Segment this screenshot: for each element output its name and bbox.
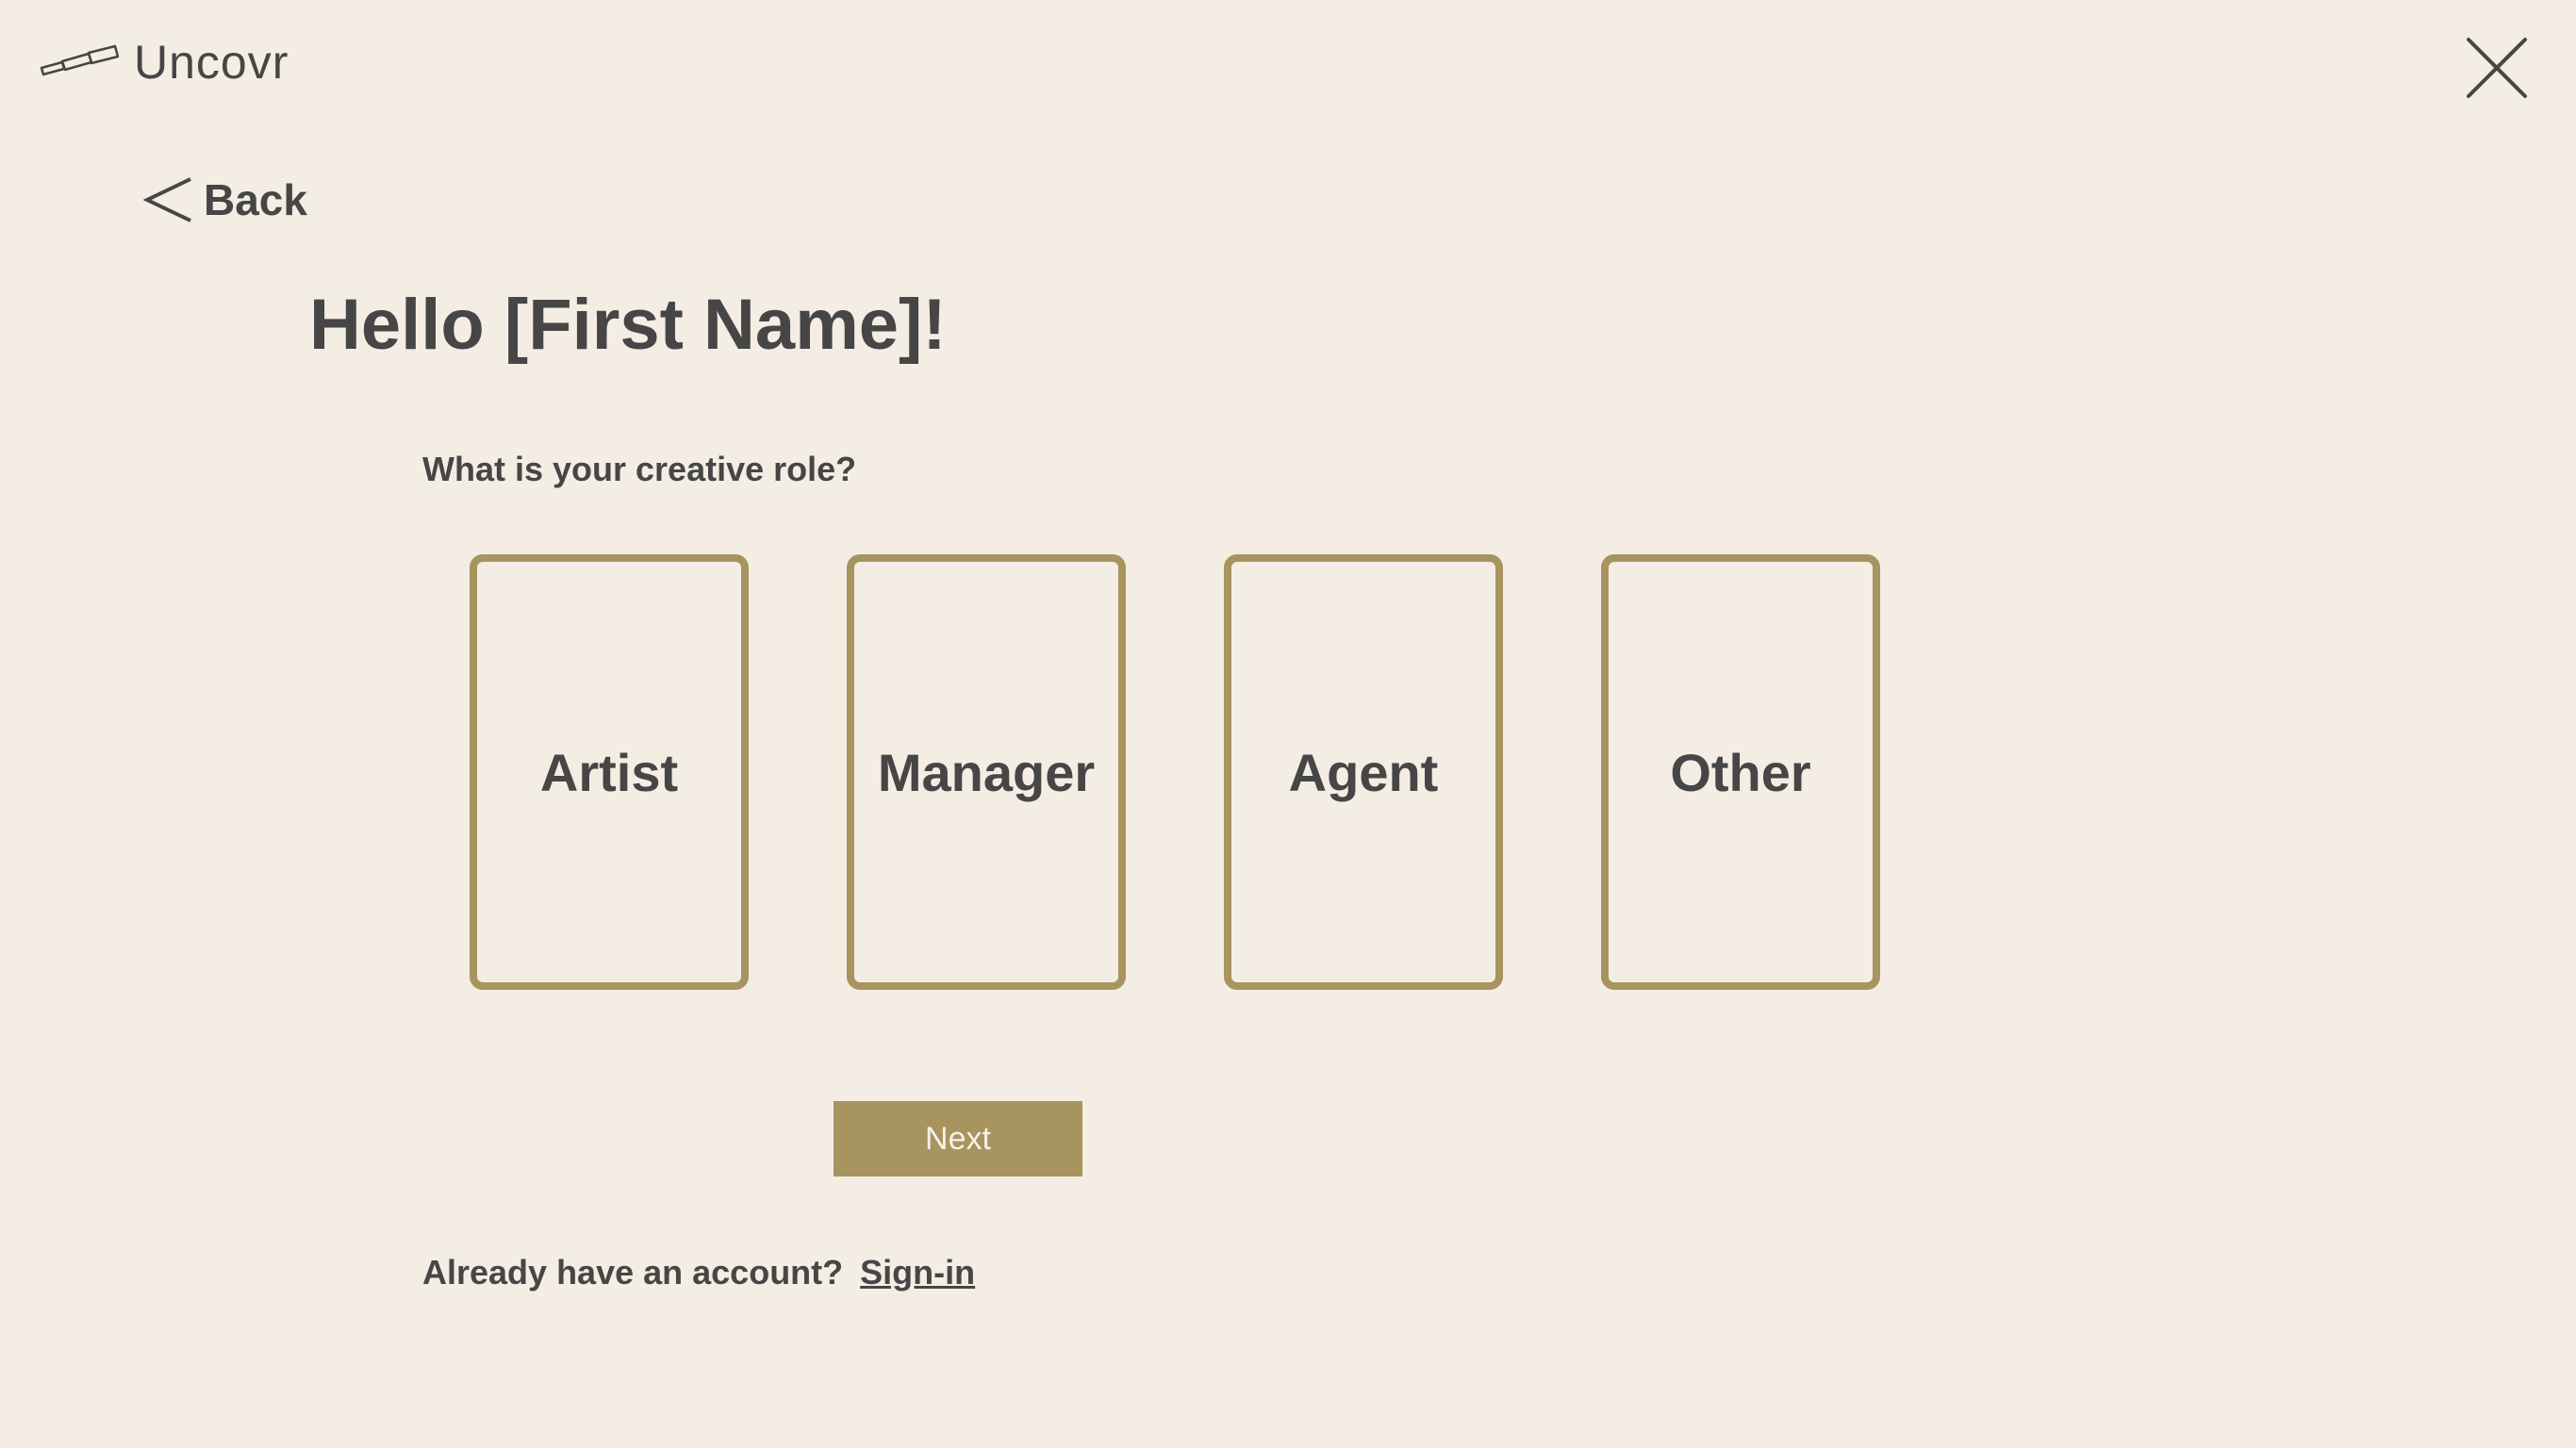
telescope-icon: [40, 44, 119, 76]
signin-prompt: Already have an account? Sign-in: [422, 1250, 975, 1295]
role-card-label: Other: [1670, 742, 1811, 802]
close-button[interactable]: [2463, 34, 2531, 102]
app-logo: Uncovr: [40, 32, 289, 92]
close-icon: [2467, 38, 2527, 98]
next-button[interactable]: Next: [834, 1101, 1082, 1176]
chevron-left-icon: [143, 177, 191, 222]
role-question: What is your creative role?: [422, 450, 857, 488]
role-card-label: Artist: [539, 742, 679, 802]
role-card-manager[interactable]: Manager: [847, 554, 1126, 990]
back-button[interactable]: Back: [143, 173, 307, 226]
role-card-artist[interactable]: Artist: [470, 554, 749, 990]
page-title: Hello [First Name]!: [309, 285, 947, 365]
role-card-agent[interactable]: Agent: [1224, 554, 1503, 990]
account-prompt-text: Already have an account?: [422, 1253, 844, 1292]
role-card-label: Agent: [1288, 742, 1439, 802]
app-name: Uncovr: [134, 36, 289, 89]
role-card-label: Manager: [877, 742, 1096, 802]
signin-link[interactable]: Sign-in: [860, 1253, 975, 1292]
role-card-other[interactable]: Other: [1601, 554, 1880, 990]
back-label: Back: [204, 175, 307, 224]
